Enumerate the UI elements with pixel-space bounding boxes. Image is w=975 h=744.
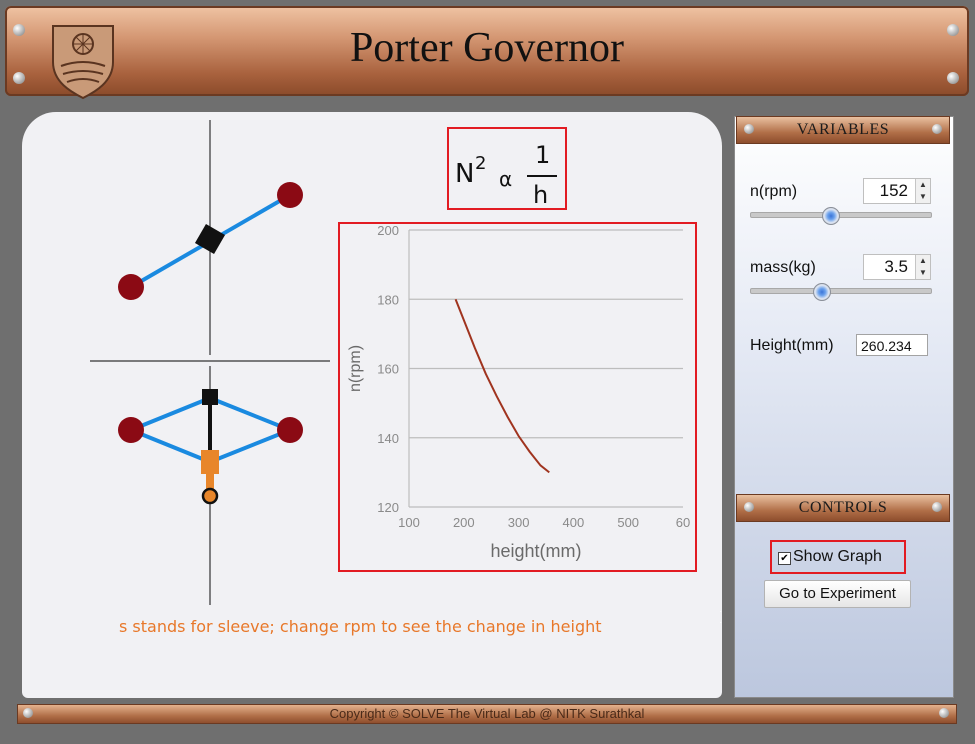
formula-box: N 2 α 1 h [447,127,567,210]
rpm-spin-buttons[interactable]: ▲ ▼ [915,179,930,203]
spin-down-icon[interactable]: ▼ [916,191,930,203]
x-tick-label: 300 [508,515,530,530]
graph-box: 120 140 160 180 200 100 200 300 400 500 60 n(rpm) he… [338,222,697,572]
rpm-slider-thumb[interactable] [822,207,840,225]
spin-up-icon[interactable]: ▲ [916,179,930,191]
separator-dot: · · [719,606,727,628]
x-tick-label: 100 [398,515,420,530]
y-axis-label: n(rpm) [347,345,364,392]
rpm-slider-track[interactable] [750,212,932,218]
mass-label: mass(kg) [750,259,816,276]
rpm-value[interactable]: 152 [864,181,908,201]
formula-exponent: 2 [475,153,487,174]
y-tick-label: 140 [377,431,399,446]
sleeve-ring [201,487,219,505]
controls-title: CONTROLS [798,499,888,516]
formula-n: N [455,159,475,189]
y-tick-label: 180 [377,292,399,307]
mass-value[interactable]: 3.5 [864,257,908,277]
rpm-stepper[interactable]: 152 ▲ ▼ [863,178,931,204]
formula-numerator: 1 [535,141,551,169]
y-tick-label: 160 [377,362,399,377]
formula-relation: α [499,167,513,191]
y-tick-label: 120 [377,500,399,515]
y-tick-label: 200 [377,224,399,238]
show-graph-label[interactable]: Show Graph [793,548,882,566]
mass-stepper[interactable]: 3.5 ▲ ▼ [863,254,931,280]
controls-header: CONTROLS [736,494,950,522]
copyright-text: Copyright © SOLVE The Virtual Lab @ NITK… [329,706,645,721]
spin-down-icon[interactable]: ▼ [916,267,930,279]
show-graph-checkbox[interactable]: ✔ [778,552,791,565]
ball [118,274,144,300]
rpm-label: n(rpm) [750,183,798,200]
sleeve [201,450,219,474]
ball [277,417,303,443]
mass-slider-track[interactable] [750,288,932,294]
x-axis-label: height(mm) [490,541,581,561]
rpm-height-curve [454,298,550,474]
x-tick-label: 400 [563,515,585,530]
mass-slider-thumb[interactable] [813,283,831,301]
instruction-note: s stands for sleeve; change rpm to see t… [119,617,602,636]
height-label: Height(mm) [750,337,834,354]
x-tick-label: 60 [676,515,690,530]
footer-bar: Copyright © SOLVE The Virtual Lab @ NITK… [17,704,957,724]
height-field[interactable]: 260.234 [856,334,928,356]
x-tick-label: 200 [453,515,475,530]
variables-header: VARIABLES [736,116,950,144]
fraction-bar [527,175,557,177]
formula-denominator: h [533,181,549,209]
x-tick-label: 500 [617,515,639,530]
variables-title: VARIABLES [796,121,890,138]
spin-up-icon[interactable]: ▲ [916,255,930,267]
pivot-block [202,389,218,405]
go-to-experiment-button[interactable]: Go to Experiment [764,580,911,608]
ball [277,182,303,208]
ball [118,417,144,443]
sleeve-stem [206,474,214,490]
show-graph-toggle[interactable]: ✔ Show Graph [770,540,906,574]
mass-spin-buttons[interactable]: ▲ ▼ [915,255,930,279]
height-rpm-chart: 120 140 160 180 200 100 200 300 400 500 60 n(rpm) he… [347,223,690,561]
